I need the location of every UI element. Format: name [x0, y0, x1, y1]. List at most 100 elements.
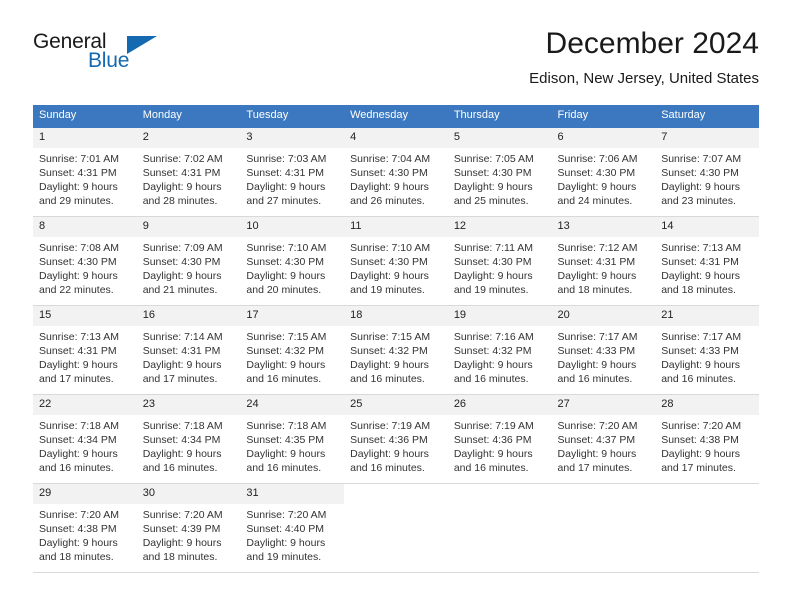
- daylight-text-line1: Daylight: 9 hours: [350, 181, 429, 193]
- day-cell[interactable]: 24 Sunrise: 7:18 AM Sunset: 4:35 PM Dayl…: [240, 394, 345, 484]
- day-cell[interactable]: 8 Sunrise: 7:08 AM Sunset: 4:30 PM Dayli…: [33, 216, 137, 306]
- daylight-text-line2: and 17 minutes.: [39, 373, 114, 385]
- day-cell[interactable]: 13 Sunrise: 7:12 AM Sunset: 4:31 PM Dayl…: [551, 216, 656, 306]
- day-details: Sunrise: 7:17 AM Sunset: 4:33 PM Dayligh…: [552, 326, 656, 386]
- day-details: Sunrise: 7:12 AM Sunset: 4:31 PM Dayligh…: [552, 237, 656, 297]
- sunrise-text: Sunrise: 7:15 AM: [246, 331, 327, 343]
- day-details: Sunrise: 7:11 AM Sunset: 4:30 PM Dayligh…: [448, 237, 552, 297]
- sunrise-text: Sunrise: 7:13 AM: [39, 331, 119, 343]
- sunset-text: Sunset: 4:31 PM: [142, 167, 221, 179]
- day-cell-empty: [551, 483, 656, 573]
- sunrise-text: Sunrise: 7:09 AM: [142, 242, 223, 254]
- day-cell[interactable]: 18 Sunrise: 7:15 AM Sunset: 4:32 PM Dayl…: [344, 305, 448, 395]
- day-number: 4: [344, 128, 448, 148]
- sunset-text: Sunset: 4:36 PM: [453, 434, 532, 446]
- day-cell[interactable]: 14 Sunrise: 7:13 AM Sunset: 4:31 PM Dayl…: [655, 216, 759, 306]
- sunset-text: Sunset: 4:31 PM: [246, 167, 325, 179]
- weekday-header-row: Sunday Monday Tuesday Wednesday Thursday…: [33, 105, 759, 128]
- day-details: Sunrise: 7:20 AM Sunset: 4:38 PM Dayligh…: [655, 415, 759, 475]
- sunrise-text: Sunrise: 7:04 AM: [350, 153, 431, 165]
- sunrise-text: Sunrise: 7:11 AM: [453, 242, 533, 254]
- day-cell[interactable]: 12 Sunrise: 7:11 AM Sunset: 4:30 PM Dayl…: [447, 216, 552, 306]
- daylight-text-line2: and 19 minutes.: [453, 284, 529, 296]
- daylight-text-line2: and 16 minutes.: [661, 373, 736, 385]
- daylight-text-line1: Daylight: 9 hours: [350, 270, 429, 282]
- day-cell[interactable]: 2 Sunrise: 7:02 AM Sunset: 4:31 PM Dayli…: [136, 128, 241, 217]
- daylight-text-line1: Daylight: 9 hours: [557, 181, 637, 193]
- day-cell[interactable]: 4 Sunrise: 7:04 AM Sunset: 4:30 PM Dayli…: [344, 128, 448, 217]
- page-header: General Blue December 2024 Edison, New J…: [33, 26, 759, 98]
- sunset-text: Sunset: 4:30 PM: [350, 256, 428, 268]
- day-details: Sunrise: 7:19 AM Sunset: 4:36 PM Dayligh…: [448, 415, 552, 475]
- sunrise-text: Sunrise: 7:16 AM: [453, 331, 534, 343]
- day-details: Sunrise: 7:19 AM Sunset: 4:36 PM Dayligh…: [344, 415, 448, 475]
- day-cell[interactable]: 28 Sunrise: 7:20 AM Sunset: 4:38 PM Dayl…: [655, 394, 759, 484]
- logo-text-blue: Blue: [88, 49, 130, 72]
- day-cell[interactable]: 20 Sunrise: 7:17 AM Sunset: 4:33 PM Dayl…: [551, 305, 656, 395]
- day-cell[interactable]: 19 Sunrise: 7:16 AM Sunset: 4:32 PM Dayl…: [447, 305, 552, 395]
- daylight-text-line1: Daylight: 9 hours: [350, 448, 429, 460]
- daylight-text-line1: Daylight: 9 hours: [453, 359, 533, 371]
- day-cell[interactable]: 25 Sunrise: 7:19 AM Sunset: 4:36 PM Dayl…: [344, 394, 448, 484]
- day-cell[interactable]: 10 Sunrise: 7:10 AM Sunset: 4:30 PM Dayl…: [240, 216, 345, 306]
- day-cell[interactable]: 3 Sunrise: 7:03 AM Sunset: 4:31 PM Dayli…: [240, 128, 345, 217]
- day-cell[interactable]: 29 Sunrise: 7:20 AM Sunset: 4:38 PM Dayl…: [33, 483, 137, 573]
- day-details: [552, 504, 656, 508]
- daylight-text-line1: Daylight: 9 hours: [661, 448, 741, 460]
- day-cell[interactable]: 22 Sunrise: 7:18 AM Sunset: 4:34 PM Dayl…: [33, 394, 137, 484]
- day-details: Sunrise: 7:04 AM Sunset: 4:30 PM Dayligh…: [344, 148, 448, 208]
- sunset-text: Sunset: 4:35 PM: [246, 434, 325, 446]
- sunset-text: Sunset: 4:31 PM: [661, 256, 739, 268]
- day-number: 19: [447, 306, 552, 326]
- sunrise-text: Sunrise: 7:10 AM: [246, 242, 327, 254]
- daylight-text-line1: Daylight: 9 hours: [557, 448, 637, 460]
- daylight-text-line1: Daylight: 9 hours: [661, 270, 741, 282]
- day-number: [447, 484, 552, 504]
- day-cell[interactable]: 6 Sunrise: 7:06 AM Sunset: 4:30 PM Dayli…: [551, 128, 656, 217]
- daylight-text-line2: and 16 minutes.: [453, 373, 529, 385]
- day-details: Sunrise: 7:20 AM Sunset: 4:37 PM Dayligh…: [552, 415, 656, 475]
- daylight-text-line2: and 28 minutes.: [142, 195, 218, 207]
- day-cell[interactable]: 5 Sunrise: 7:05 AM Sunset: 4:30 PM Dayli…: [447, 128, 552, 217]
- sunset-text: Sunset: 4:30 PM: [661, 167, 739, 179]
- day-details: Sunrise: 7:17 AM Sunset: 4:33 PM Dayligh…: [655, 326, 759, 386]
- day-cell[interactable]: 27 Sunrise: 7:20 AM Sunset: 4:37 PM Dayl…: [551, 394, 656, 484]
- daylight-text-line1: Daylight: 9 hours: [453, 448, 533, 460]
- day-cell[interactable]: 30 Sunrise: 7:20 AM Sunset: 4:39 PM Dayl…: [136, 483, 241, 573]
- day-cell[interactable]: 16 Sunrise: 7:14 AM Sunset: 4:31 PM Dayl…: [136, 305, 241, 395]
- day-cell[interactable]: 15 Sunrise: 7:13 AM Sunset: 4:31 PM Dayl…: [33, 305, 137, 395]
- day-number: 10: [240, 217, 345, 237]
- sunset-text: Sunset: 4:33 PM: [661, 345, 739, 357]
- day-cell[interactable]: 7 Sunrise: 7:07 AM Sunset: 4:30 PM Dayli…: [655, 128, 759, 217]
- daylight-text-line1: Daylight: 9 hours: [453, 181, 533, 193]
- calendar-body: 1 Sunrise: 7:01 AM Sunset: 4:31 PM Dayli…: [33, 128, 759, 573]
- day-details: Sunrise: 7:14 AM Sunset: 4:31 PM Dayligh…: [137, 326, 241, 386]
- day-cell[interactable]: 17 Sunrise: 7:15 AM Sunset: 4:32 PM Dayl…: [240, 305, 345, 395]
- sunset-text: Sunset: 4:36 PM: [350, 434, 428, 446]
- daylight-text-line1: Daylight: 9 hours: [557, 270, 637, 282]
- daylight-text-line2: and 22 minutes.: [39, 284, 114, 296]
- day-details: Sunrise: 7:06 AM Sunset: 4:30 PM Dayligh…: [552, 148, 656, 208]
- sunset-text: Sunset: 4:30 PM: [557, 167, 636, 179]
- day-number: [655, 484, 759, 504]
- day-details: Sunrise: 7:13 AM Sunset: 4:31 PM Dayligh…: [655, 237, 759, 297]
- daylight-text-line2: and 16 minutes.: [350, 373, 425, 385]
- day-cell[interactable]: 1 Sunrise: 7:01 AM Sunset: 4:31 PM Dayli…: [33, 128, 137, 217]
- daylight-text-line2: and 19 minutes.: [350, 284, 425, 296]
- day-cell[interactable]: 21 Sunrise: 7:17 AM Sunset: 4:33 PM Dayl…: [655, 305, 759, 395]
- day-number: 9: [136, 217, 241, 237]
- weekday-header-tuesday: Tuesday: [240, 105, 345, 128]
- day-cell[interactable]: 9 Sunrise: 7:09 AM Sunset: 4:30 PM Dayli…: [136, 216, 241, 306]
- page-subtitle: Edison, New Jersey, United States: [529, 70, 759, 87]
- generalblue-logo[interactable]: General Blue: [33, 30, 173, 82]
- daylight-text-line2: and 23 minutes.: [661, 195, 736, 207]
- day-cell[interactable]: 31 Sunrise: 7:20 AM Sunset: 4:40 PM Dayl…: [240, 483, 345, 573]
- sunrise-text: Sunrise: 7:19 AM: [453, 420, 534, 432]
- sunset-text: Sunset: 4:30 PM: [350, 167, 428, 179]
- day-number: 30: [136, 484, 241, 504]
- day-number: 28: [655, 395, 759, 415]
- day-cell[interactable]: 23 Sunrise: 7:18 AM Sunset: 4:34 PM Dayl…: [136, 394, 241, 484]
- daylight-text-line1: Daylight: 9 hours: [453, 270, 533, 282]
- day-cell[interactable]: 26 Sunrise: 7:19 AM Sunset: 4:36 PM Dayl…: [447, 394, 552, 484]
- day-cell[interactable]: 11 Sunrise: 7:10 AM Sunset: 4:30 PM Dayl…: [344, 216, 448, 306]
